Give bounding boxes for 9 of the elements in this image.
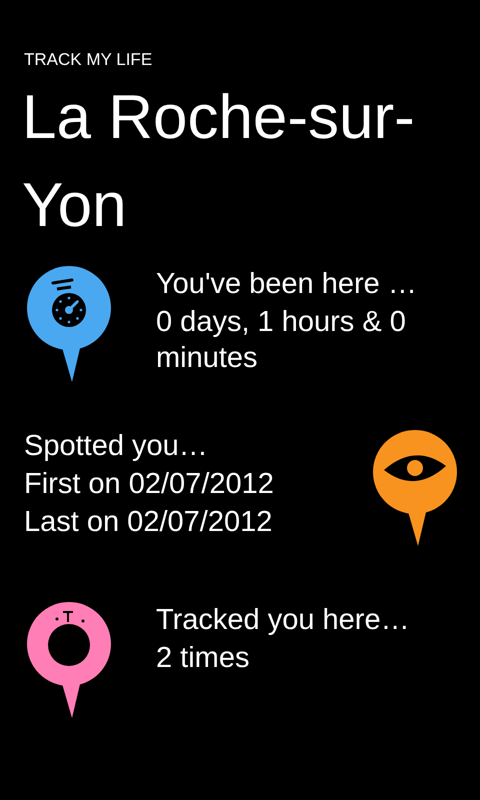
info-text: You've been here … <box>156 267 418 302</box>
info-text: Tracked you here… <box>156 603 410 638</box>
place-name: La Roche-sur-Yon <box>22 82 416 242</box>
info-text: 2 times <box>156 641 250 676</box>
info-text: First on 02/07/2012 <box>24 467 274 502</box>
info-text: 0 days, 1 hours & 0 minutes <box>156 305 407 376</box>
info-text: Spotted you… <box>24 429 209 464</box>
app-title: TRACK MY LIFE <box>24 50 154 70</box>
info-text: Last on 02/07/2012 <box>24 505 274 540</box>
